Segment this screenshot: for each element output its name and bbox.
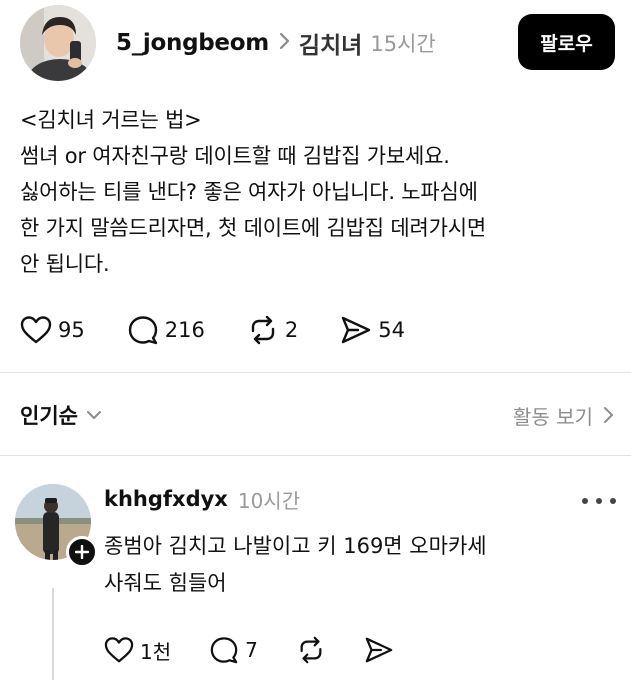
- send-icon: [365, 637, 393, 663]
- repost-button[interactable]: 2: [247, 315, 298, 345]
- post-body: <김치녀 거르는 법> 썸녀 or 여자친구랑 데이트할 때 김밥집 가보세요.…: [20, 102, 615, 282]
- reply-comment-count: 7: [245, 638, 258, 662]
- follow-plus-button[interactable]: [66, 536, 98, 568]
- post-body-line: 썸녀 or 여자친구랑 데이트할 때 김밥집 가보세요.: [20, 144, 450, 168]
- sort-dropdown[interactable]: 인기순: [20, 400, 102, 430]
- reply-header: khhgfxdyx 10시간: [104, 484, 300, 514]
- chevron-right-icon: [279, 30, 291, 56]
- like-count: 95: [58, 318, 85, 342]
- reply-body-line: 종범아 김치고 나발이고 키 169면 오마카세: [104, 534, 487, 558]
- post-body-line: 안 됩니다.: [20, 252, 110, 276]
- reply-username[interactable]: khhgfxdyx: [104, 487, 228, 511]
- reply-body: 종범아 김치고 나발이고 키 169면 오마카세 사줘도 힘들어: [104, 528, 604, 602]
- reply-comment-button[interactable]: 7: [209, 636, 258, 664]
- post-topic[interactable]: 김치녀: [299, 26, 362, 60]
- share-count: 54: [378, 318, 405, 342]
- post-time: 15시간: [370, 32, 436, 56]
- thread-line: [52, 588, 54, 680]
- repost-count: 2: [284, 318, 299, 342]
- activity-label: 활동 보기: [513, 404, 593, 429]
- post-body-line: 한 가지 말씀드리자면, 첫 데이트에 김밥집 데려가시면: [20, 216, 486, 240]
- avatar-image: [20, 5, 96, 81]
- sort-bar: 인기순 활동 보기: [20, 392, 615, 438]
- post-actions: 95 216 2 54: [20, 309, 447, 351]
- comment-icon: [210, 637, 238, 664]
- comment-button[interactable]: 216: [127, 315, 205, 345]
- reply-share-button[interactable]: [364, 636, 394, 664]
- share-button[interactable]: 54: [340, 315, 405, 345]
- divider: [0, 372, 631, 373]
- repost-icon: [300, 636, 322, 664]
- follow-button[interactable]: 팔로우: [518, 14, 615, 70]
- post-body-line: 싫어하는 티를 낸다? 좋은 여자가 아닙니다. 노파심에: [20, 180, 478, 204]
- heart-icon: [20, 316, 52, 344]
- plus-icon: [75, 545, 89, 559]
- reply-body-line: 사줘도 힘들어: [104, 571, 227, 595]
- more-options-icon[interactable]: [582, 496, 616, 506]
- like-button[interactable]: 95: [20, 315, 85, 345]
- post-avatar[interactable]: [20, 5, 96, 81]
- heart-icon: [104, 637, 134, 663]
- activity-link[interactable]: 활동 보기: [513, 401, 615, 430]
- chevron-right-icon: [604, 407, 613, 423]
- reply-repost-button[interactable]: [296, 636, 326, 664]
- comment-icon: [128, 316, 157, 345]
- send-icon: [342, 316, 371, 344]
- divider: [0, 455, 631, 456]
- chevron-down-icon: [86, 411, 101, 419]
- reply-like-count: 1천: [140, 639, 172, 664]
- post-username[interactable]: 5_jongbeom: [116, 30, 269, 56]
- repost-icon: [251, 315, 275, 345]
- reply-like-button[interactable]: 1천: [104, 636, 171, 665]
- comment-count: 216: [164, 318, 205, 342]
- post-header: 5_jongbeom 김치녀 15시간: [116, 26, 436, 60]
- sort-label: 인기순: [20, 404, 78, 428]
- reply-actions: 1천 7: [104, 630, 432, 670]
- reply-item: khhgfxdyx 10시간 종범아 김치고 나발이고 키 169면 오마카세 …: [0, 470, 631, 680]
- reply-time: 10시간: [237, 488, 301, 513]
- post-body-line: <김치녀 거르는 법>: [20, 108, 202, 132]
